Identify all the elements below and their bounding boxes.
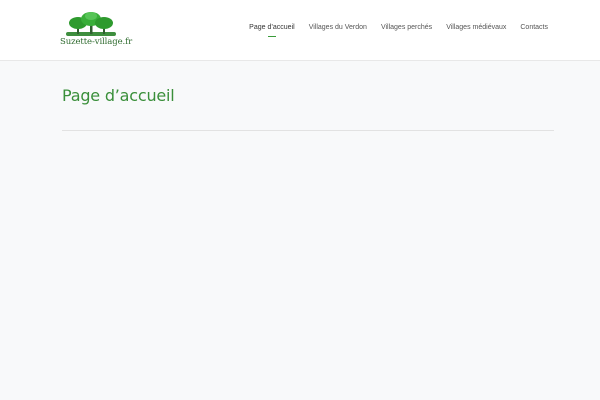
nav-item-villages-perches[interactable]: Villages perchés <box>381 24 432 31</box>
main-navigation: Page d’accueil Villages du Verdon Villag… <box>235 24 548 37</box>
nav-item-label: Contacts <box>520 24 548 31</box>
logo-text: Suzette-village.fr <box>60 37 133 47</box>
nav-item-villages-medievaux[interactable]: Villages médiévaux <box>446 24 506 31</box>
nav-item-villages-du-verdon[interactable]: Villages du Verdon <box>309 24 367 31</box>
active-indicator <box>267 36 276 37</box>
nav-item-label: Villages médiévaux <box>446 24 507 31</box>
nav-item-label: Villages perchés <box>380 24 433 31</box>
nav-item-label: Page d’accueil <box>249 24 295 31</box>
tree-icon <box>66 12 116 36</box>
page-title: Page d’accueil <box>62 86 175 105</box>
site-logo[interactable]: Suzette-village.fr <box>60 12 133 48</box>
nav-item-accueil[interactable]: Page d’accueil <box>249 24 295 37</box>
title-divider <box>62 130 554 131</box>
nav-item-contacts[interactable]: Contacts <box>520 24 548 31</box>
nav-item-label: Villages du Verdon <box>308 24 367 31</box>
site-header: Suzette-village.fr Page d’accueil Villag… <box>0 0 600 61</box>
